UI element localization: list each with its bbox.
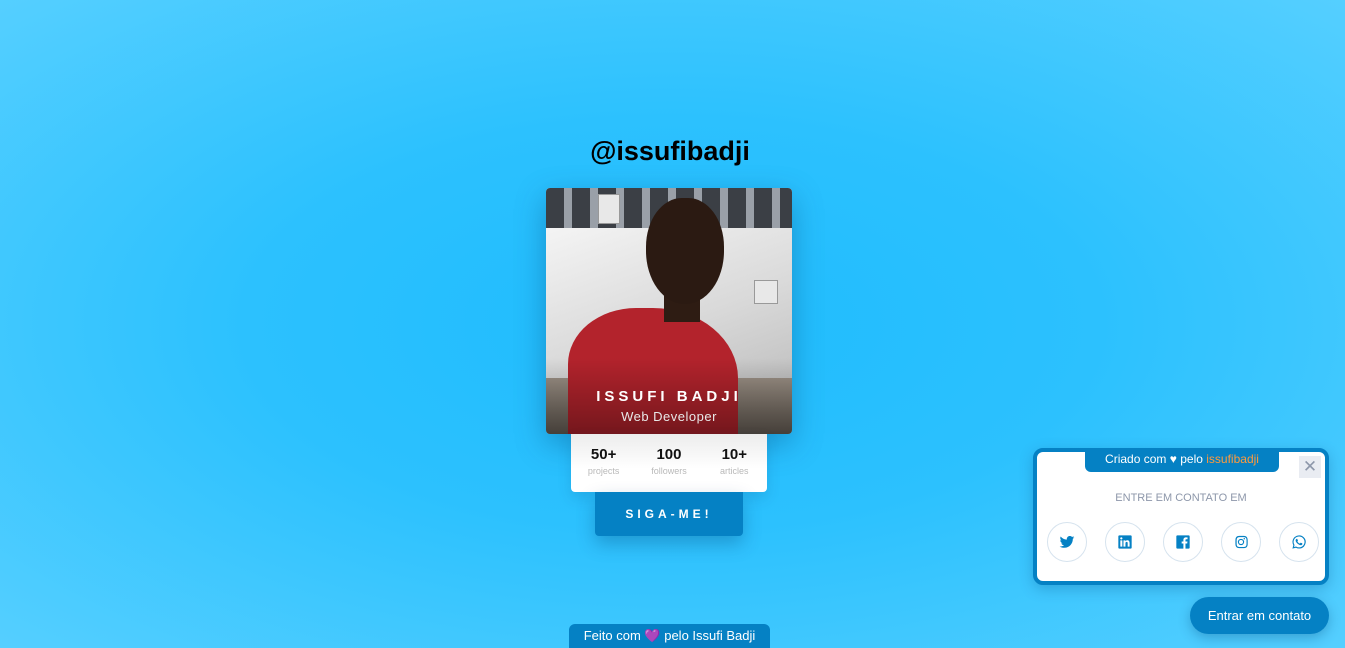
follow-button[interactable]: SIGA-ME! bbox=[595, 492, 743, 536]
footer-prefix: Feito com bbox=[583, 628, 641, 643]
profile-photo: ISSUFI BADJI Web Developer bbox=[546, 188, 792, 434]
stat-projects: 50+ projects bbox=[574, 446, 634, 492]
stat-label: projects bbox=[587, 466, 620, 476]
profile-name: ISSUFI BADJI bbox=[596, 388, 742, 405]
linkedin-icon[interactable] bbox=[1105, 522, 1145, 562]
profile-handle: @issufibadji bbox=[590, 136, 750, 166]
stat-articles: 10+ articles bbox=[704, 446, 764, 492]
footer-credit: Feito com 💜 pelo Issufi Badji bbox=[569, 624, 770, 648]
contact-widget: Criado com ♥ pelo issufibadji ✕ ENTRE EM… bbox=[1033, 448, 1329, 585]
close-button[interactable]: ✕ bbox=[1299, 456, 1321, 478]
widget-credit: Criado com ♥ pelo issufibadji bbox=[1085, 448, 1279, 472]
whatsapp-icon[interactable] bbox=[1279, 522, 1319, 562]
twitter-icon[interactable] bbox=[1047, 522, 1087, 562]
stat-value: 50+ bbox=[590, 446, 617, 463]
profile-stats: 50+ projects 100 followers 10+ articles bbox=[571, 434, 767, 492]
credit-link[interactable]: issufibadji bbox=[1206, 452, 1259, 466]
stat-followers: 100 followers bbox=[639, 446, 699, 492]
heart-icon: 💜 bbox=[644, 628, 661, 643]
contact-button[interactable]: Entrar em contato bbox=[1190, 597, 1329, 634]
footer-suffix: pelo Issufi Badji bbox=[664, 628, 756, 643]
credit-prefix: Criado com bbox=[1105, 452, 1167, 466]
widget-title: ENTRE EM CONTATO EM bbox=[1115, 492, 1247, 504]
profile-role: Web Developer bbox=[621, 409, 717, 424]
stat-label: followers bbox=[651, 466, 687, 476]
stat-value: 10+ bbox=[721, 446, 748, 463]
facebook-icon[interactable] bbox=[1163, 522, 1203, 562]
credit-middle: pelo bbox=[1180, 452, 1203, 466]
heart-icon: ♥ bbox=[1169, 452, 1177, 466]
stat-label: articles bbox=[720, 466, 749, 476]
stat-value: 100 bbox=[656, 446, 682, 463]
instagram-icon[interactable] bbox=[1221, 522, 1261, 562]
social-links bbox=[1047, 522, 1319, 562]
